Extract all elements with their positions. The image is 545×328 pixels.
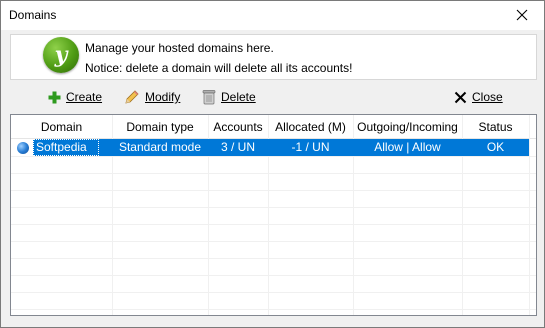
- window-title: Domains: [9, 8, 57, 22]
- info-message: Manage your hosted domains here.: [85, 41, 274, 55]
- grid-line: [11, 309, 536, 310]
- modify-button[interactable]: Modify: [124, 87, 180, 107]
- pencil-icon: [125, 90, 139, 104]
- cell-status[interactable]: OK: [462, 139, 529, 156]
- grid-line: [11, 241, 536, 242]
- close-button[interactable]: Close: [454, 87, 503, 107]
- delete-button[interactable]: Delete: [202, 87, 256, 107]
- globe-icon: [17, 142, 29, 154]
- grid-line: [11, 207, 536, 208]
- column-header-allocated[interactable]: Allocated (M): [268, 115, 353, 139]
- delete-label: Delete: [221, 90, 256, 104]
- focus-rectangle: [33, 139, 99, 156]
- grid-line: [11, 156, 536, 157]
- grid-line: [11, 224, 536, 225]
- grid-line: [11, 292, 536, 293]
- window-close-button[interactable]: [504, 3, 540, 27]
- close-label: Close: [472, 90, 503, 104]
- app-logo-icon: y: [43, 37, 79, 73]
- title-bar: Domains: [1, 1, 544, 30]
- column-header-accounts[interactable]: Accounts: [208, 115, 268, 139]
- domains-window: Domains y Manage your hosted domains her…: [0, 0, 545, 328]
- plus-icon: [48, 91, 61, 103]
- grid-line: [11, 275, 536, 276]
- close-icon: [516, 9, 528, 21]
- grid-line: [529, 115, 530, 315]
- grid-line: [11, 173, 536, 174]
- cell-domain-type[interactable]: Standard mode: [112, 139, 208, 156]
- grid-line: [11, 190, 536, 191]
- grid-line: [11, 258, 536, 259]
- column-header-domain-type[interactable]: Domain type: [112, 115, 208, 139]
- trash-icon: [202, 90, 216, 105]
- cell-accounts[interactable]: 3 / UN: [208, 139, 268, 156]
- create-label: Create: [66, 90, 103, 104]
- modify-label: Modify: [145, 90, 181, 104]
- column-header-outgoing-incoming[interactable]: Outgoing/Incoming: [353, 115, 462, 139]
- info-notice: Notice: delete a domain will delete all …: [85, 61, 353, 75]
- create-button[interactable]: Create: [48, 87, 102, 107]
- cell-allocated[interactable]: -1 / UN: [268, 139, 353, 156]
- table-header: Domain Domain type Accounts Allocated (M…: [11, 115, 536, 139]
- x-icon: [454, 91, 467, 103]
- column-header-status[interactable]: Status: [462, 115, 529, 139]
- cell-outgoing-incoming[interactable]: Allow | Allow: [353, 139, 462, 156]
- column-header-domain[interactable]: Domain: [11, 115, 112, 139]
- info-panel: y Manage your hosted domains here. Notic…: [10, 34, 537, 80]
- domains-table[interactable]: Domain Domain type Accounts Allocated (M…: [10, 114, 537, 316]
